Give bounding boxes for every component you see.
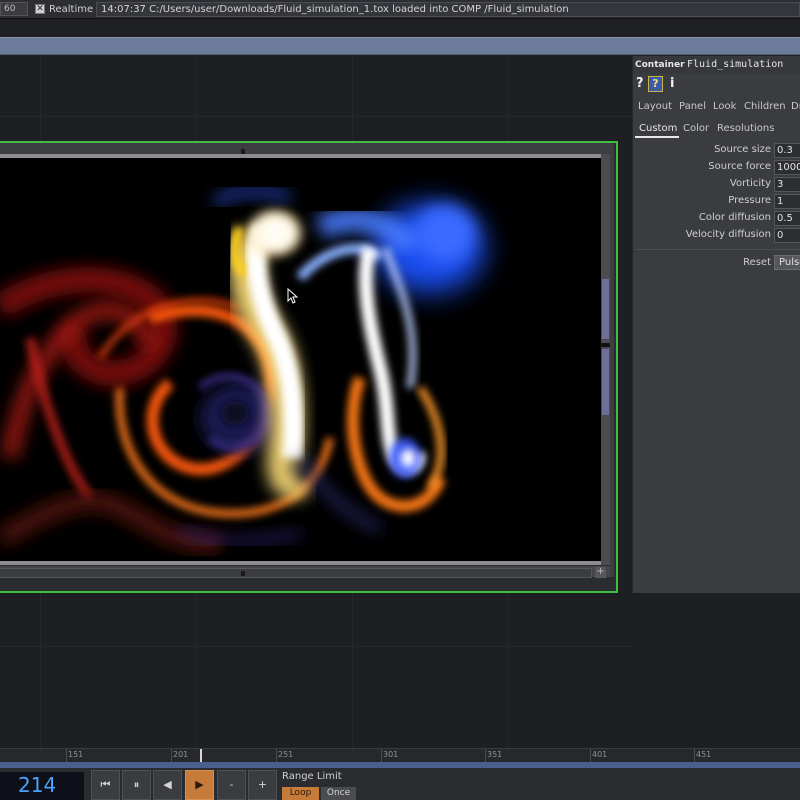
tab-layout[interactable]: Layout	[638, 101, 672, 112]
timeline-playhead[interactable]	[200, 749, 202, 762]
param-label: Color diffusion	[698, 212, 771, 223]
tick-line	[694, 749, 695, 762]
toolbar-area	[0, 19, 800, 37]
param-vorticity: Vorticity 3	[633, 176, 800, 193]
transport-bar: 214 ⏮ ⏸ ◀ ▶ - + Range Limit Loop Once	[0, 768, 800, 800]
param-source-size: Source size 0.3	[633, 142, 800, 159]
current-frame-field[interactable]: 214	[0, 772, 84, 800]
tick-line	[171, 749, 172, 762]
step-minus-button[interactable]: -	[217, 770, 246, 800]
tab-custom[interactable]: Custom	[639, 123, 677, 134]
parameter-header: Container Fluid_simulation	[633, 56, 800, 74]
tab-color[interactable]: Color	[683, 123, 709, 134]
param-label: Source force	[708, 161, 771, 172]
python-help-icon[interactable]: ?	[648, 76, 663, 92]
parameter-list: Source size 0.3 Source force 1000 Vortic…	[633, 142, 800, 244]
param-divider	[635, 249, 800, 250]
once-button[interactable]: Once	[321, 787, 356, 800]
status-bar: 60 ✕ Realtime 14:07:37 C:/Users/user/Dow…	[0, 0, 800, 19]
param-label: Reset	[743, 257, 771, 268]
range-limit-label: Range Limit	[282, 771, 342, 782]
touchdesigner-window: 60 ✕ Realtime 14:07:37 C:/Users/user/Dow…	[0, 0, 800, 800]
param-value-field[interactable]: 0.3	[774, 143, 800, 158]
param-value-field[interactable]: 3	[774, 177, 800, 192]
viewer-bottom-bar: +	[0, 565, 610, 578]
tick-label: 201	[173, 750, 189, 759]
tick-label: 451	[696, 750, 712, 759]
tick-label: 151	[68, 750, 84, 759]
status-message: 14:07:37 C:/Users/user/Downloads/Fluid_s…	[96, 2, 800, 17]
tab-drag[interactable]: Dr	[791, 101, 800, 112]
realtime-label: Realtime	[49, 4, 94, 15]
param-value-field[interactable]: 1000	[774, 160, 800, 175]
scroll-thumb-upper[interactable]	[602, 279, 609, 339]
param-value-field[interactable]: 0	[774, 228, 800, 243]
tick-label: 351	[487, 750, 503, 759]
scroll-thumb-lower[interactable]	[602, 349, 609, 415]
tab-resolutions[interactable]: Resolutions	[717, 123, 774, 134]
network-editor[interactable]: +	[0, 56, 632, 748]
grid-line	[0, 116, 632, 117]
network-editor-right[interactable]	[632, 593, 800, 748]
network-path-bar[interactable]	[0, 37, 800, 55]
realtime-checkbox[interactable]: ✕	[35, 4, 45, 14]
tick-line	[66, 749, 67, 762]
scroll-divider	[600, 343, 610, 347]
mouse-cursor-icon	[287, 288, 299, 304]
param-value-field[interactable]: 0.5	[774, 211, 800, 226]
help-icon[interactable]: ?	[636, 76, 644, 92]
param-pressure: Pressure 1	[633, 193, 800, 210]
step-plus-button[interactable]: +	[248, 770, 277, 800]
tab-children[interactable]: Children	[744, 101, 786, 112]
step-back-button[interactable]: ◀	[153, 770, 182, 800]
operator-type-label: Container	[635, 60, 685, 70]
tick-line	[485, 749, 486, 762]
tick-line	[276, 749, 277, 762]
operator-name-field[interactable]: Fluid_simulation	[685, 59, 800, 72]
node-connector-bottom[interactable]	[241, 571, 245, 576]
add-button[interactable]: +	[595, 567, 606, 578]
param-source-force: Source force 1000	[633, 159, 800, 176]
active-tab-indicator	[635, 136, 679, 138]
tab-look[interactable]: Look	[713, 101, 736, 112]
tick-label: 251	[278, 750, 294, 759]
param-velocity-diffusion: Velocity diffusion 0	[633, 227, 800, 244]
container-viewer: +	[0, 143, 614, 578]
tab-panel[interactable]: Panel	[679, 101, 706, 112]
param-reset: Reset Pulse	[633, 254, 800, 272]
tick-line	[590, 749, 591, 762]
param-color-diffusion: Color diffusion 0.5	[633, 210, 800, 227]
param-label: Velocity diffusion	[685, 229, 771, 240]
rewind-button[interactable]: ⏮	[91, 770, 120, 800]
tick-label: 301	[383, 750, 399, 759]
param-value-field[interactable]: 1	[774, 194, 800, 209]
container-node-fluid-simulation[interactable]: +	[0, 141, 618, 593]
param-label: Vorticity	[729, 178, 771, 189]
param-label: Source size	[714, 144, 771, 155]
tick-line	[381, 749, 382, 762]
info-icon[interactable]: i	[670, 76, 674, 92]
viewer-panel[interactable]	[0, 154, 607, 565]
fps-field[interactable]: 60	[0, 2, 28, 16]
parameter-tabs: Layout Panel Look Children Dr	[633, 98, 800, 118]
pause-button[interactable]: ⏸	[122, 770, 151, 800]
param-label: Pressure	[728, 195, 771, 206]
viewer-input-field[interactable]	[0, 568, 592, 578]
parameter-panel: Container Fluid_simulation ? ? i Layout …	[632, 56, 800, 593]
timeline-ruler[interactable]: 151 201 251 301 351 401 451	[0, 748, 800, 762]
tick-label: 401	[592, 750, 608, 759]
parameter-icons: ? ? i	[633, 75, 800, 93]
grid-line	[0, 646, 632, 647]
pulse-button[interactable]: Pulse	[774, 255, 800, 270]
fluid-simulation-render	[0, 158, 603, 561]
loop-button[interactable]: Loop	[282, 787, 319, 800]
play-button[interactable]: ▶	[185, 770, 214, 800]
